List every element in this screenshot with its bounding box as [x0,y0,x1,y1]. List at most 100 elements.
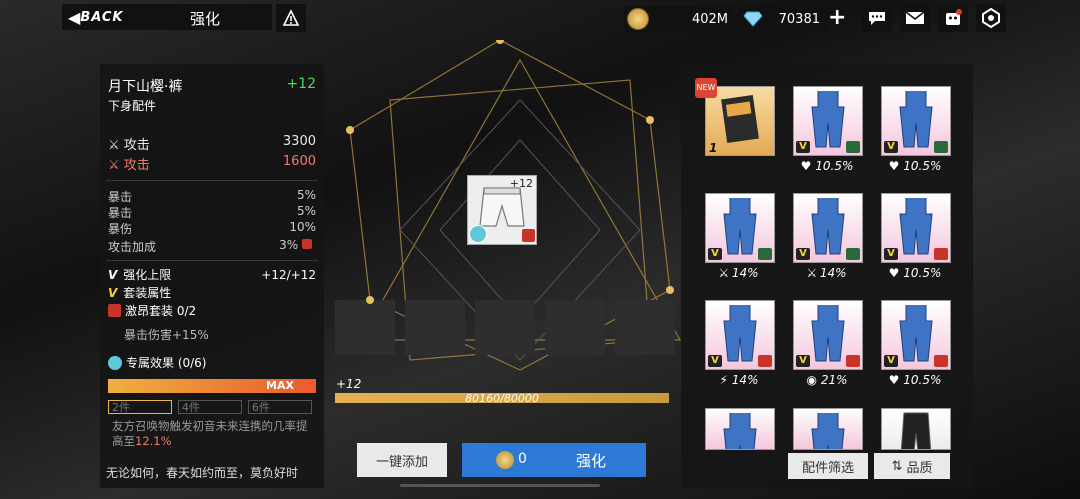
piece-tier: 4件 [178,400,242,414]
gem-counter: 70381 [740,6,826,32]
exclusive-progress-bar: MAX S [108,376,316,395]
main-stat-label: 攻击 [123,138,150,153]
substat-row: 暴击 5% [108,188,316,205]
bottom-scrollbar[interactable] [400,484,600,487]
miku-avatar-icon [108,355,122,370]
sort-button[interactable]: ⇅ 品质 [874,453,950,479]
set-name: 激昂套装 0/2 [125,304,197,318]
v-rank-icon: V [108,268,118,282]
inventory-item[interactable] [881,408,951,450]
task-button[interactable] [938,4,968,32]
item-name: 月下山樱·裤 [108,79,183,95]
enhance-cost: 0 [518,451,527,467]
selected-equipment-card[interactable]: +12 [467,175,537,245]
item-slot: 下身配件 [108,99,157,113]
set-badge-icon [846,355,860,367]
exclusive-description: 友方召唤物触发初音未来连携的几率提高至12.1% [112,419,312,449]
divider [106,260,318,261]
item-quote: 无论如何，春天如约而至，莫负好时 [106,466,299,480]
gold-coin-icon [627,8,649,30]
item-stat-value: 10.5% [903,266,942,280]
item-stat-value: 10.5% [903,373,942,387]
auto-add-button[interactable]: 一键添加 [357,443,447,477]
sword-icon: ⚔ [807,266,817,280]
add-gems-button[interactable]: + [828,7,846,29]
heart-icon: ♥ [888,373,900,387]
item-stat-value: 10.5% [903,159,942,173]
exp-progress-text: 80160/80000 [465,392,539,405]
inventory-item[interactable]: V [881,193,951,263]
v-rank-icon: V [708,355,722,367]
item-stat-value: 14% [819,266,847,280]
set-badge-icon [846,248,860,260]
substat-label: 攻击加成 [108,240,157,254]
sort-icon: ⇅ [891,458,903,474]
inventory-item[interactable]: V [881,300,951,370]
progress-level: +12 [336,377,362,391]
set-badge-icon [108,304,121,317]
chat-icon [869,12,885,25]
lightning-icon: ⚡ [719,373,728,387]
max-label: MAX [266,379,294,392]
inventory-item[interactable]: V [793,193,863,263]
item-detail-panel: 月下山樱·裤 +12 下身配件 ⚔ 攻击 3300 ⚔ 攻击 1600 暴击 5… [100,64,324,488]
set-badge-icon [934,355,948,367]
enhance-button[interactable]: 0 强化 [462,443,646,477]
set-attr-label: 套装属性 [123,286,172,300]
v-rank-icon: V [884,248,898,260]
gold-counter: 402M [624,6,734,32]
top-icon-group [862,4,1006,32]
chat-button[interactable] [862,4,892,32]
inventory-item[interactable]: V [793,300,863,370]
item-stat: ⚔ 14% [793,266,861,280]
set-name-row: 激昂套装 0/2 [108,302,316,319]
bonus-stat-value: 1600 [282,154,316,169]
settings-button[interactable] [976,4,1006,32]
v-rank-icon: V [796,355,810,367]
diamond-icon [743,11,763,27]
filter-button[interactable]: 配件筛选 [788,453,868,479]
s-rank-icon: S [302,376,314,395]
heart-icon: ♥ [888,266,900,280]
enhance-cap-value: +12/+12 [261,267,316,282]
item-stat: ⚔ 14% [705,266,773,280]
back-arrow-icon: ◀ [68,7,81,27]
mail-button[interactable] [900,4,930,32]
inventory-item[interactable]: V [881,86,951,156]
v-rank-icon: V [796,141,810,153]
page-title: 强化 [190,10,221,28]
set-badge-icon [758,248,772,260]
crit-icon: ◉ [806,373,817,387]
card-level: +12 [509,177,533,190]
set-bonus: 暴击伤害+15% [124,328,209,342]
set-badge-icon [846,141,860,153]
item-stat-value: 14% [731,373,759,387]
exclusive-row: 专属效果 (0/6) [108,354,316,371]
exclusive-label: 专属效果 (0/6) [126,356,207,370]
item-count: 1 [709,141,718,155]
inventory-item[interactable]: V [793,86,863,156]
sword-icon: ⚔ [108,158,120,173]
piece-tiers: 2件 4件 6件 [108,400,312,414]
gold-coin-icon [496,451,514,469]
bonus-stat-label: 攻击 [123,158,150,173]
substat-label: 暴伤 [108,222,133,236]
inventory-item[interactable] [705,408,775,450]
piece-tier: 2件 [108,400,172,414]
inventory-item[interactable] [793,408,863,450]
main-stat-value: 3300 [282,134,316,149]
enhance-cap-row: V 强化上限 +12/+12 [108,266,316,283]
substat-value: 3% [279,238,299,252]
substat-label: 暴击 [108,206,133,220]
substat-row: 暴击 5% [108,204,316,221]
gold-value: 402M [691,11,728,27]
inventory-item[interactable]: V [705,193,775,263]
help-button[interactable] [276,4,306,32]
back-button[interactable]: ◀ BACK [62,4,272,30]
substat-row: 暴伤 10% [108,220,316,237]
help-icon [282,9,300,26]
inventory-item[interactable]: V [705,300,775,370]
item-stat: ♥ 10.5% [881,373,949,387]
substat-label: 暴击 [108,190,133,204]
substat-value: 5% [296,204,316,218]
